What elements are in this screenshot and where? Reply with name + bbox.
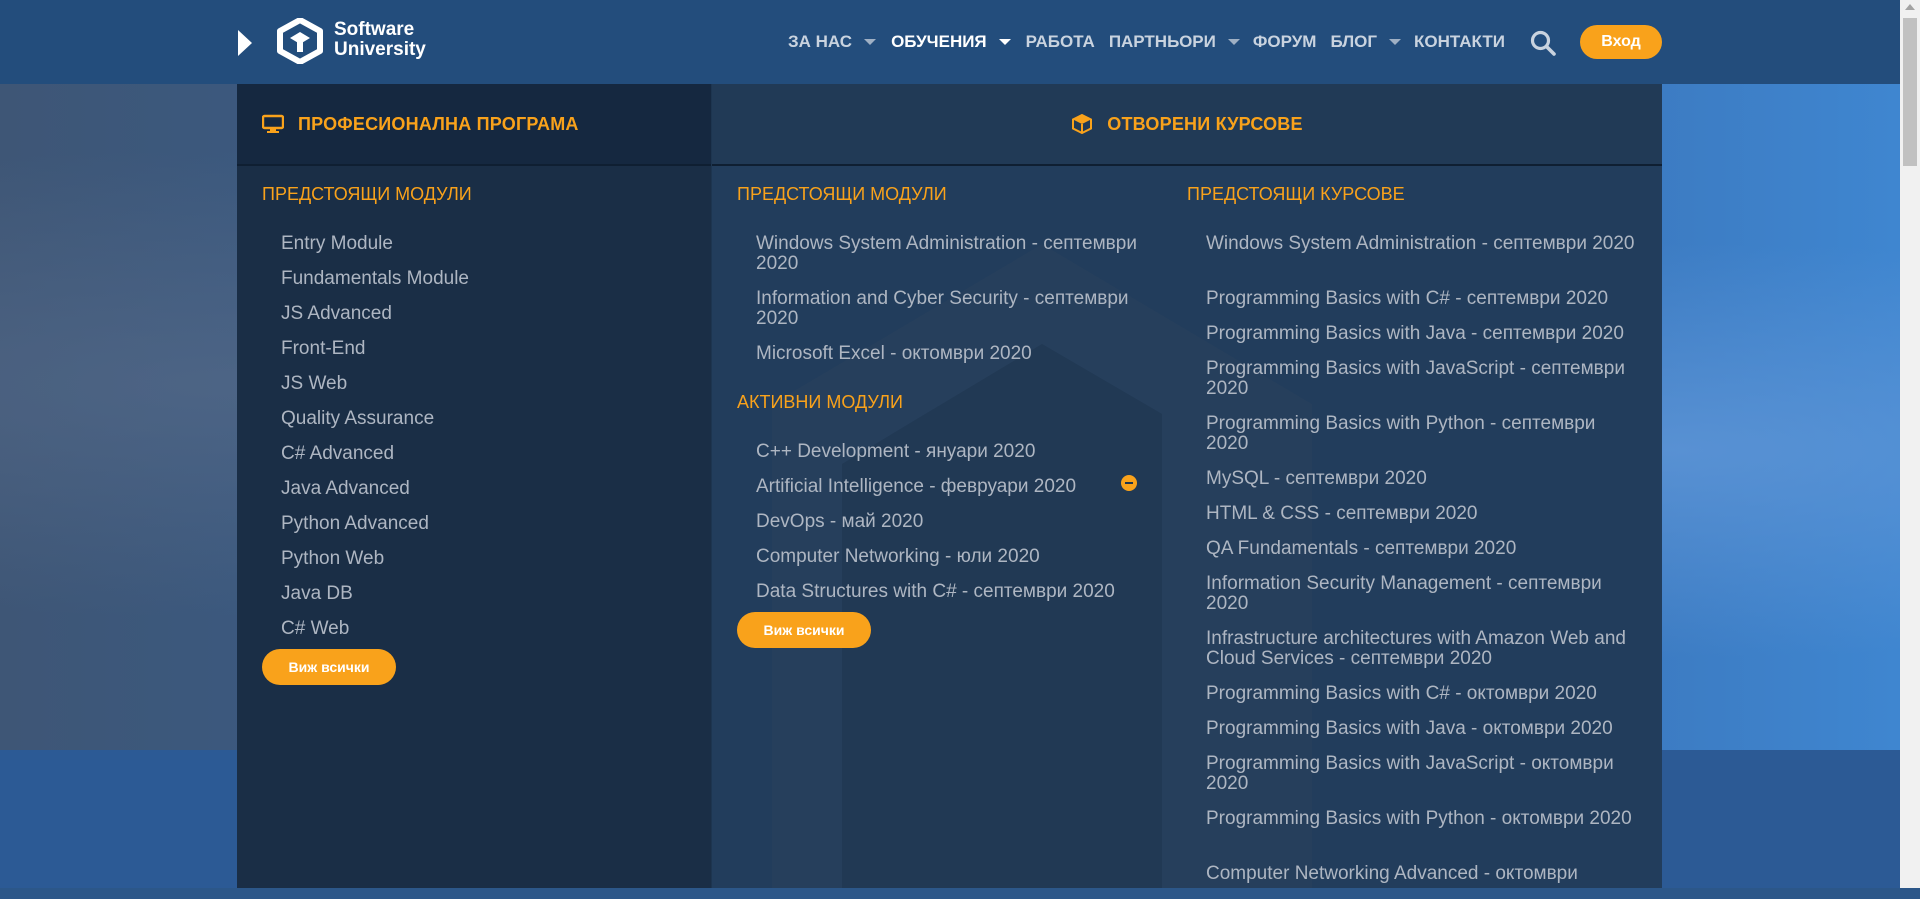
nav-label: ОБУЧЕНИЯ bbox=[891, 32, 987, 51]
list-item[interactable]: Infrastructure architectures with Amazon… bbox=[1206, 629, 1636, 684]
list-item[interactable]: Programming Basics with Python - октомвр… bbox=[1206, 809, 1636, 864]
search-icon[interactable] bbox=[1530, 30, 1556, 56]
nav-item-jobs[interactable]: РАБОТА bbox=[1026, 32, 1095, 52]
list-item[interactable]: Python Advanced bbox=[281, 514, 469, 549]
nav-label: РАБОТА bbox=[1025, 32, 1095, 51]
chevron-down-icon bbox=[1389, 39, 1402, 45]
list-item[interactable]: QA Fundamentals - септември 2020 bbox=[1206, 539, 1636, 574]
list-item[interactable]: Programming Basics with Java - октомври … bbox=[1206, 719, 1636, 754]
login-button[interactable]: Вход bbox=[1580, 25, 1662, 59]
list-item[interactable]: C# Advanced bbox=[281, 444, 469, 479]
nav-item-about[interactable]: ЗА НАС bbox=[788, 32, 883, 52]
nav-item-partners[interactable]: ПАРТНЬОРИ bbox=[1109, 32, 1247, 52]
nav-label: ЗА НАС bbox=[788, 32, 853, 51]
nav-label: КОНТАКТИ bbox=[1414, 32, 1505, 51]
active-modules-list: C++ Development - януари 2020 Artificial… bbox=[756, 442, 1161, 617]
section-title-upcoming-modules: ПРЕДСТОЯЩИ МОДУЛИ bbox=[262, 184, 472, 204]
nav-item-trainings[interactable]: ОБУЧЕНИЯ bbox=[891, 32, 1018, 52]
scrollbar-thumb[interactable] bbox=[1903, 18, 1917, 166]
list-item[interactable]: Programming Basics with C# - октомври 20… bbox=[1206, 684, 1636, 719]
list-item[interactable]: Information Security Management - септем… bbox=[1206, 574, 1636, 629]
list-item[interactable]: MySQL - септември 2020 bbox=[1206, 469, 1636, 504]
nav-item-blog[interactable]: БЛОГ bbox=[1330, 32, 1408, 52]
list-item[interactable]: Windows System Administration - септемвр… bbox=[1206, 234, 1636, 289]
list-item[interactable]: Front-End bbox=[281, 339, 469, 374]
section-title-active-modules: АКТИВНИ МОДУЛИ bbox=[737, 392, 903, 412]
nav-label: ФОРУМ bbox=[1252, 32, 1317, 51]
list-item[interactable]: DevOps - май 2020 bbox=[756, 512, 1161, 547]
nav-item-forum[interactable]: ФОРУМ bbox=[1253, 32, 1317, 52]
list-item[interactable]: HTML & CSS - септември 2020 bbox=[1206, 504, 1636, 539]
list-item[interactable]: Programming Basics with C# - септември 2… bbox=[1206, 289, 1636, 324]
logo-text[interactable]: Software University bbox=[334, 20, 426, 60]
section-title-upcoming-courses: ПРЕДСТОЯЩИ КУРСОВЕ bbox=[1187, 184, 1405, 204]
site-header: Software University ЗА НАС ОБУЧЕНИЯ РАБО… bbox=[0, 0, 1900, 84]
tab-professional-program[interactable]: ПРОФЕСИОНАЛНА ПРОГРАМА bbox=[237, 84, 711, 166]
list-item[interactable]: Java Advanced bbox=[281, 479, 469, 514]
list-item[interactable]: Windows System Administration - септемвр… bbox=[756, 234, 1161, 289]
list-item[interactable]: Computer Networking Advanced - октомври bbox=[1206, 864, 1636, 899]
logo-icon[interactable] bbox=[276, 18, 324, 64]
list-item[interactable]: Computer Networking - юли 2020 bbox=[756, 547, 1161, 582]
list-item[interactable]: Programming Basics with Python - септемв… bbox=[1206, 414, 1636, 469]
list-item[interactable]: JS Advanced bbox=[281, 304, 469, 339]
tab-open-courses[interactable]: ОТВОРЕНИ КУРСОВЕ bbox=[712, 84, 1662, 166]
section-title-upcoming-modules-open: ПРЕДСТОЯЩИ МОДУЛИ bbox=[737, 184, 947, 204]
list-item[interactable]: Information and Cyber Security - септемв… bbox=[756, 289, 1161, 344]
chevron-down-icon bbox=[998, 39, 1011, 45]
tab-label: ОТВОРЕНИ КУРСОВЕ bbox=[1107, 113, 1303, 134]
list-item[interactable]: Artificial Intelligence - февруари 2020 bbox=[756, 477, 1161, 512]
play-icon[interactable] bbox=[238, 30, 252, 56]
chevron-down-icon bbox=[864, 39, 877, 45]
list-item[interactable]: C++ Development - януари 2020 bbox=[756, 442, 1161, 477]
nav-item-contacts[interactable]: КОНТАКТИ bbox=[1414, 32, 1505, 52]
list-item[interactable]: Fundamentals Module bbox=[281, 269, 469, 304]
nav-label: БЛОГ bbox=[1330, 32, 1378, 51]
scroll-up-icon[interactable] bbox=[1905, 4, 1915, 10]
list-item[interactable]: Python Web bbox=[281, 549, 469, 584]
main-nav: ЗА НАС ОБУЧЕНИЯ РАБОТА ПАРТНЬОРИ ФОРУМ Б… bbox=[788, 30, 1505, 54]
upcoming-modules-list: Entry Module Fundamentals Module JS Adva… bbox=[281, 234, 469, 654]
list-item[interactable]: Java DB bbox=[281, 584, 469, 619]
list-item[interactable]: Programming Basics with JavaScript - окт… bbox=[1206, 754, 1636, 809]
logo-line1: Software bbox=[334, 19, 415, 40]
list-item[interactable]: JS Web bbox=[281, 374, 469, 409]
see-all-modules-button[interactable]: Виж всички bbox=[262, 649, 396, 685]
tab-label: ПРОФЕСИОНАЛНА ПРОГРАМА bbox=[298, 113, 579, 134]
nav-label: ПАРТНЬОРИ bbox=[1108, 32, 1216, 51]
cube-icon bbox=[1072, 114, 1093, 134]
upcoming-open-modules-list: Windows System Administration - септемвр… bbox=[756, 234, 1161, 379]
list-item[interactable]: Entry Module bbox=[281, 234, 469, 269]
logo-line2: University bbox=[334, 39, 426, 60]
list-item[interactable]: Programming Basics with Java - септември… bbox=[1206, 324, 1636, 359]
list-item[interactable]: Programming Basics with JavaScript - сеп… bbox=[1206, 359, 1636, 414]
monitor-icon bbox=[262, 114, 284, 133]
upcoming-courses-list: Windows System Administration - септемвр… bbox=[1206, 234, 1636, 899]
chevron-down-icon bbox=[1227, 39, 1240, 45]
list-item[interactable]: Microsoft Excel - октомври 2020 bbox=[756, 344, 1161, 379]
see-all-active-button[interactable]: Виж всички bbox=[737, 612, 871, 648]
list-item[interactable]: Quality Assurance bbox=[281, 409, 469, 444]
trainings-mega-menu: ПРОФЕСИОНАЛНА ПРОГРАМА ОТВОРЕНИ КУРСОВЕ … bbox=[237, 84, 1662, 888]
